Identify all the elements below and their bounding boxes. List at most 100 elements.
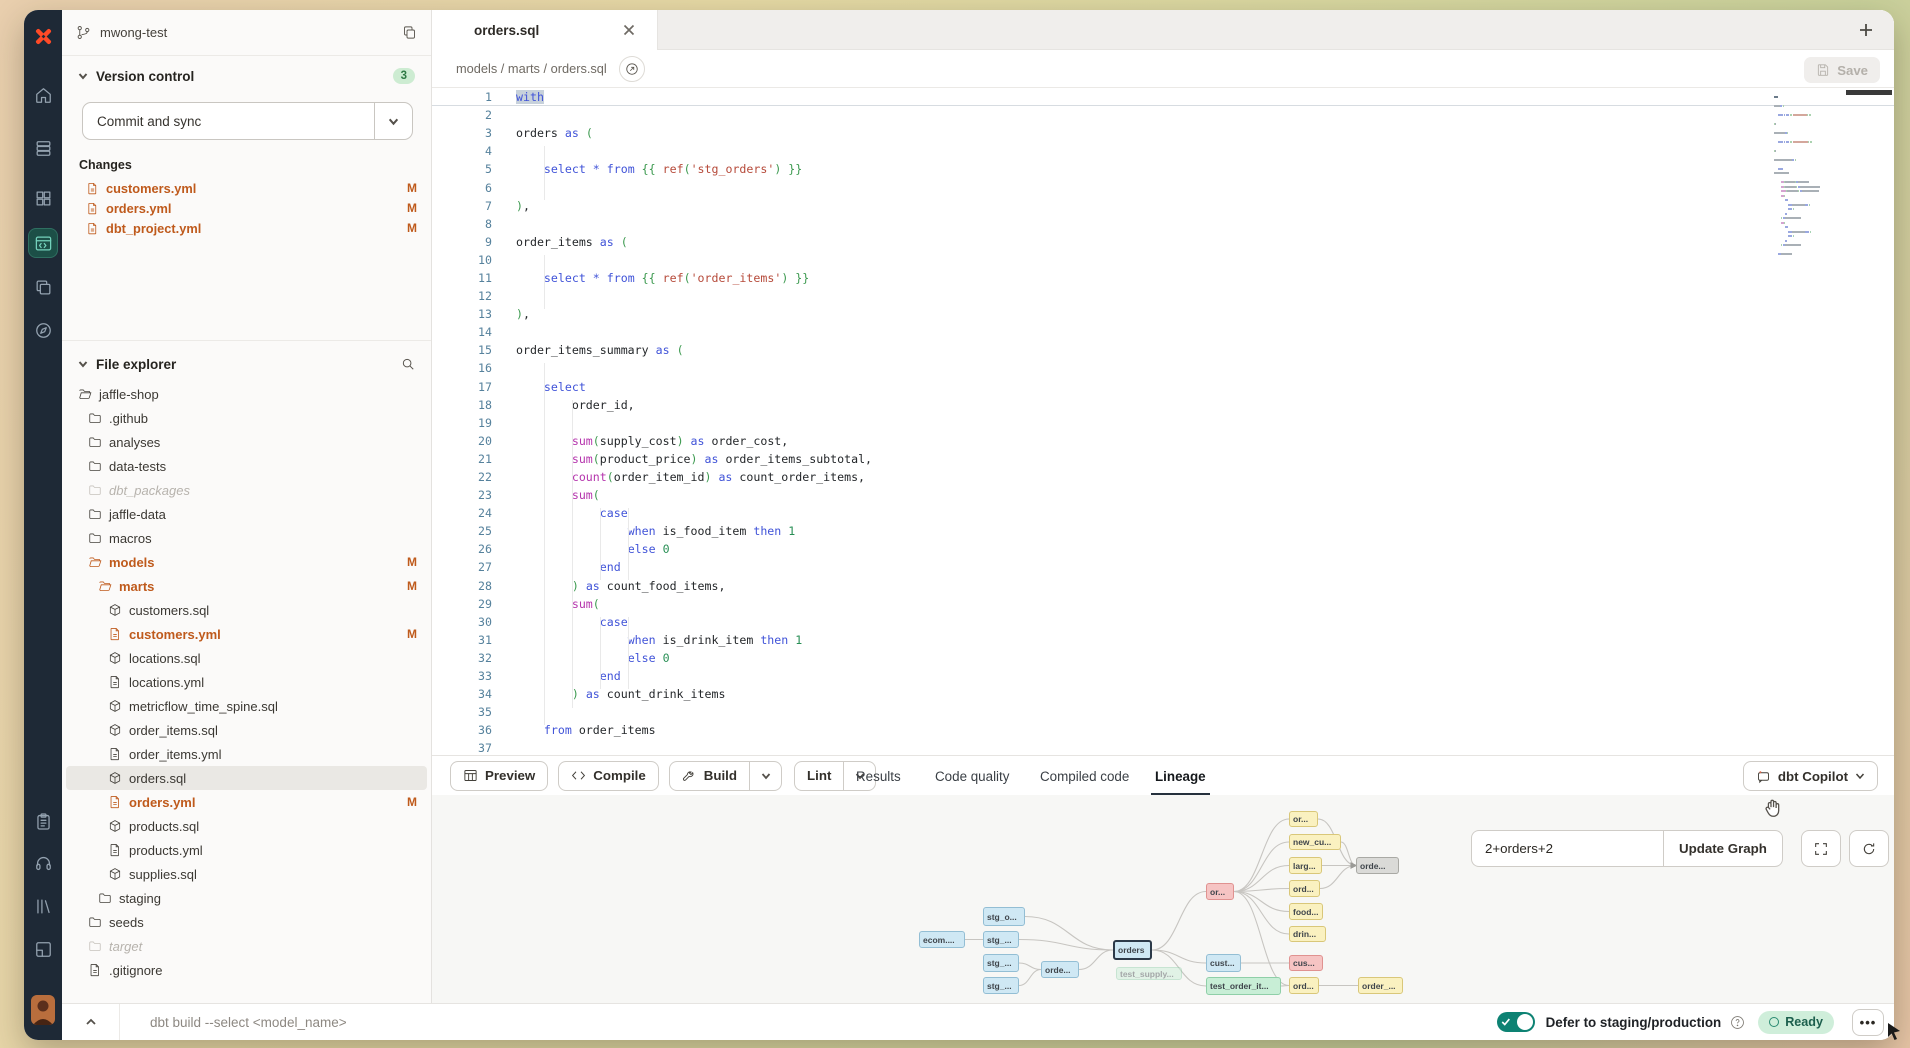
copy-docs-icon[interactable]: [402, 25, 417, 40]
tree-item-locations.sql[interactable]: locations.sql: [66, 646, 427, 670]
lineage-node-stg_d[interactable]: stg_...: [983, 977, 1019, 994]
changed-file-dbt_project.yml[interactable]: dbt_project.ymlM: [62, 218, 431, 238]
lineage-node-stg_o[interactable]: stg_o...: [983, 907, 1025, 926]
refresh-button[interactable]: [1849, 830, 1889, 867]
update-graph-button[interactable]: Update Graph: [1663, 830, 1783, 867]
dbt-logo[interactable]: [24, 23, 62, 49]
open-docs-icon[interactable]: [619, 56, 645, 82]
more-options-button[interactable]: •••: [1852, 1009, 1884, 1036]
close-tab-icon[interactable]: [623, 24, 635, 36]
fullscreen-button[interactable]: [1801, 830, 1841, 867]
minimap[interactable]: [1774, 96, 1832, 262]
info-icon[interactable]: [1730, 1015, 1745, 1030]
command-input[interactable]: [120, 1015, 1497, 1030]
tree-item-.gitignore[interactable]: .gitignore: [66, 958, 427, 982]
lineage-filter-input[interactable]: [1471, 830, 1663, 867]
tree-item-seeds[interactable]: seeds: [66, 910, 427, 934]
line-number: 32: [432, 651, 492, 665]
tree-item-products.yml[interactable]: products.yml: [66, 838, 427, 862]
lineage-node-orde_b[interactable]: orde...: [1041, 961, 1079, 978]
rail-item-deploy[interactable]: [24, 138, 62, 158]
code-line-16: 16: [432, 359, 1894, 377]
lineage-node-y_drin[interactable]: drin...: [1289, 926, 1326, 942]
tree-item-models[interactable]: modelsM: [66, 550, 427, 574]
lineage-node-ecom[interactable]: ecom....: [919, 931, 965, 948]
tree-item-data-tests[interactable]: data-tests: [66, 454, 427, 478]
tree-item-analyses[interactable]: analyses: [66, 430, 427, 454]
rail-item-support[interactable]: [24, 852, 62, 874]
lineage-node-g_orde[interactable]: orde...: [1356, 857, 1399, 874]
lineage-node-cust[interactable]: cust...: [1206, 954, 1241, 972]
tree-item-.github[interactable]: .github: [66, 406, 427, 430]
lineage-node-y_order_[interactable]: order_...: [1358, 977, 1403, 994]
tree-item-customers.yml[interactable]: customers.ymlM: [66, 622, 427, 646]
tab-code-quality[interactable]: Code quality: [935, 756, 1009, 796]
save-button[interactable]: Save: [1804, 57, 1880, 83]
rail-item-develop[interactable]: [28, 228, 58, 258]
rail-item-home[interactable]: [24, 85, 62, 105]
commit-and-sync-button[interactable]: Commit and sync: [82, 102, 413, 140]
lineage-node-y_ord1[interactable]: ord...: [1289, 880, 1320, 897]
lineage-node-or_pink[interactable]: or...: [1206, 883, 1234, 900]
file-search-icon[interactable]: [401, 357, 415, 371]
tab-orders-sql[interactable]: orders.sql: [432, 10, 658, 50]
tree-item-dbt_packages[interactable]: dbt_packages: [66, 478, 427, 502]
lineage-node-y_larg[interactable]: larg...: [1289, 857, 1322, 874]
tree-item-target[interactable]: target: [66, 934, 427, 958]
new-tab-button[interactable]: [1854, 18, 1878, 42]
line-number: 29: [432, 597, 492, 611]
lineage-node-stg_b[interactable]: stg_...: [983, 931, 1019, 948]
rail-item-checklist[interactable]: [24, 810, 62, 832]
rail-item-apps[interactable]: [24, 188, 62, 208]
lint-button[interactable]: Lint: [795, 762, 843, 790]
tree-item-orders.yml[interactable]: orders.ymlM: [66, 790, 427, 814]
tab-compiled-code[interactable]: Compiled code: [1040, 756, 1129, 796]
tree-item-products.sql[interactable]: products.sql: [66, 814, 427, 838]
folder-icon: [88, 915, 102, 929]
tree-item-jaffle-shop[interactable]: jaffle-shop: [66, 382, 427, 406]
tree-item-customers.sql[interactable]: customers.sql: [66, 598, 427, 622]
lineage-node-test_supply[interactable]: test_supply...: [1116, 967, 1182, 980]
lineage-node-orders[interactable]: orders: [1113, 940, 1152, 960]
build-button[interactable]: Build: [670, 762, 749, 790]
user-avatar[interactable]: [31, 995, 55, 1025]
rail-item-explore[interactable]: [24, 320, 62, 340]
defer-toggle[interactable]: [1497, 1012, 1535, 1032]
tree-item-macros[interactable]: macros: [66, 526, 427, 550]
dbt-copilot-button[interactable]: dbt Copilot: [1743, 761, 1878, 791]
lineage-node-y_newcu[interactable]: new_cu...: [1289, 834, 1341, 850]
lineage-node-stg_c[interactable]: stg_...: [983, 954, 1019, 972]
lineage-node-y_or[interactable]: or...: [1289, 811, 1318, 827]
rail-item-environments[interactable]: [24, 277, 62, 297]
changed-file-customers.yml[interactable]: customers.ymlM: [62, 178, 431, 198]
tree-item-marts[interactable]: martsM: [66, 574, 427, 598]
compile-button[interactable]: Compile: [558, 761, 658, 791]
code-editor[interactable]: 1with23orders as (45 select * from {{ re…: [432, 88, 1894, 755]
tree-item-staging[interactable]: staging: [66, 886, 427, 910]
tree-item-orders.sql[interactable]: orders.sql: [66, 766, 427, 790]
commit-options-chevron[interactable]: [374, 103, 412, 139]
tree-item-supplies.sql[interactable]: supplies.sql: [66, 862, 427, 886]
tab-results[interactable]: Results: [856, 756, 901, 796]
tree-item-order_items.yml[interactable]: order_items.yml: [66, 742, 427, 766]
tree-item-jaffle-data[interactable]: jaffle-data: [66, 502, 427, 526]
rail-item-docs[interactable]: [24, 895, 62, 917]
preview-button[interactable]: Preview: [450, 761, 548, 791]
lineage-node-y_food[interactable]: food...: [1289, 903, 1323, 920]
lineage-canvas[interactable]: ecom....stg_o...stg_...stg_...stg_...ord…: [432, 795, 1894, 1003]
build-options-chevron[interactable]: [749, 762, 781, 790]
tree-item-order_items.sql[interactable]: order_items.sql: [66, 718, 427, 742]
lineage-node-test_order_it[interactable]: test_order_it...: [1206, 977, 1281, 995]
rail-item-panel[interactable]: [24, 938, 62, 960]
fullscreen-icon: [1813, 841, 1829, 857]
changed-file-orders.yml[interactable]: orders.ymlM: [62, 198, 431, 218]
file-explorer-header[interactable]: File explorer: [62, 352, 431, 376]
tree-item-metricflow_time_spine.sql[interactable]: metricflow_time_spine.sql: [66, 694, 427, 718]
lineage-node-p_cus[interactable]: cus...: [1289, 955, 1323, 971]
version-control-header[interactable]: Version control 3: [62, 64, 431, 88]
expand-command-bar-chevron[interactable]: [62, 1004, 120, 1040]
tree-item-locations.yml[interactable]: locations.yml: [66, 670, 427, 694]
branch-row[interactable]: mwong-test: [62, 10, 431, 56]
lineage-node-y_ord2[interactable]: ord...: [1289, 977, 1319, 994]
tab-lineage[interactable]: Lineage: [1155, 756, 1206, 796]
